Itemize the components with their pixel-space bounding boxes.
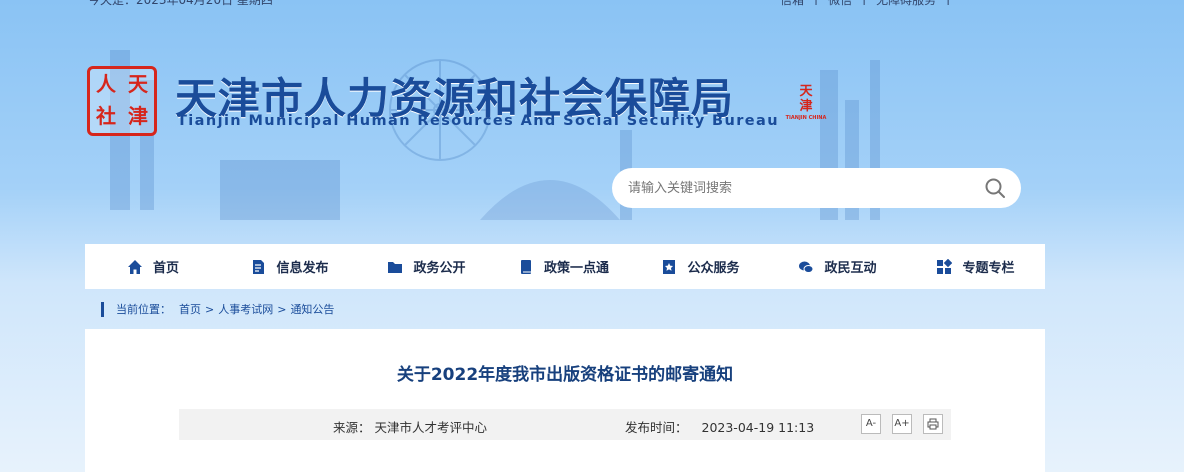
document-icon	[253, 259, 265, 274]
breadcrumb-marker	[101, 301, 104, 317]
nav-item-interaction[interactable]: 政民互动	[769, 244, 906, 289]
top-link-sep: |	[946, 0, 950, 8]
nav-item-policy[interactable]: 政策一点通	[495, 244, 632, 289]
article-meta-bar: 来源： 天津市人才考评中心 发布时间： 2023-04-19 11:13 A- …	[179, 409, 951, 440]
breadcrumb-notices[interactable]: 通知公告	[290, 301, 334, 317]
breadcrumb-sep: >	[205, 302, 215, 316]
publish-label: 发布时间：	[625, 420, 688, 435]
site-header: 人 天 社 津 天津市人力资源和社会保障局 Tianjin Municipal …	[87, 62, 847, 142]
top-link-mailbox[interactable]: 信箱	[780, 0, 804, 8]
breadcrumb-exam-site[interactable]: 人事考试网	[218, 301, 273, 317]
article-publish-time: 发布时间： 2023-04-19 11:13	[625, 417, 814, 436]
seal-char: 津	[128, 104, 148, 128]
tianjin-stamp-logo: 天 津 TIANJIN CHINA	[785, 84, 827, 126]
bookmark-icon	[663, 259, 676, 274]
chat-icon	[799, 261, 814, 273]
top-link-wechat[interactable]: 微信	[828, 0, 852, 8]
stamp-caption: TIANJIN CHINA	[785, 115, 827, 121]
search-input[interactable]	[628, 178, 968, 198]
top-link-accessibility[interactable]: 无障碍服务	[876, 0, 936, 8]
search-box	[612, 168, 1021, 208]
home-icon	[127, 259, 142, 274]
nav-item-home[interactable]: 首页	[85, 244, 221, 289]
top-bar: 今天是：2023年04月20日 星期四 信箱 | 微信 | 无障碍服务 |	[0, 0, 1184, 8]
book-icon	[520, 259, 531, 274]
breadcrumb-home[interactable]: 首页	[179, 301, 201, 317]
current-date: 今天是：2023年04月20日 星期四	[88, 0, 273, 7]
publish-value: 2023-04-19 11:13	[701, 420, 815, 435]
top-link-sep: |	[862, 0, 866, 8]
print-icon	[927, 418, 939, 430]
nav-label: 公众服务	[687, 261, 740, 276]
nav-item-special-topics[interactable]: 专题专栏	[906, 244, 1045, 289]
seal-char: 社	[96, 104, 116, 128]
nav-label: 首页	[152, 261, 179, 276]
nav-label: 专题专栏	[962, 261, 1015, 276]
article-panel: 关于2022年度我市出版资格证书的邮寄通知 来源： 天津市人才考评中心 发布时间…	[85, 329, 1045, 472]
nav-label: 信息发布	[276, 261, 329, 276]
breadcrumb-sep: >	[277, 302, 287, 316]
font-decrease-button[interactable]: A-	[861, 414, 881, 434]
seal-char: 天	[128, 72, 148, 96]
source-value: 天津市人才考评中心	[374, 420, 488, 435]
bureau-seal-logo[interactable]: 人 天 社 津	[87, 66, 157, 136]
nav-item-public-service[interactable]: 公众服务	[632, 244, 769, 289]
stamp-char: 天	[799, 84, 813, 99]
nav-label: 政务公开	[413, 261, 466, 276]
breadcrumb-prefix: 当前位置：	[116, 303, 171, 316]
grid-icon	[937, 258, 953, 274]
article-source: 来源： 天津市人才考评中心	[333, 417, 487, 436]
print-button[interactable]	[923, 414, 943, 434]
article-title: 关于2022年度我市出版资格证书的邮寄通知	[396, 365, 734, 385]
seal-char: 人	[96, 72, 116, 96]
breadcrumb: 当前位置： 首页 > 人事考试网 > 通知公告	[101, 301, 334, 317]
main-nav: 首页 信息发布 政务公开 政策一点通 公众服务 政民互动 专题专栏	[85, 244, 1045, 289]
stamp-char: 津	[799, 99, 813, 114]
search-button[interactable]	[983, 176, 1007, 200]
search-icon	[985, 178, 1005, 198]
nav-label: 政策一点通	[543, 261, 609, 276]
top-links: 信箱 | 微信 | 无障碍服务 |	[780, 0, 950, 8]
font-increase-button[interactable]: A+	[892, 414, 912, 434]
top-link-sep: |	[814, 0, 818, 8]
folder-icon	[388, 261, 403, 273]
site-title-english: Tianjin Municipal Human Resources And So…	[177, 113, 779, 129]
nav-label: 政民互动	[824, 261, 877, 276]
nav-item-gov-affairs[interactable]: 政务公开	[358, 244, 495, 289]
source-label: 来源：	[333, 420, 371, 435]
nav-item-info-release[interactable]: 信息发布	[221, 244, 358, 289]
